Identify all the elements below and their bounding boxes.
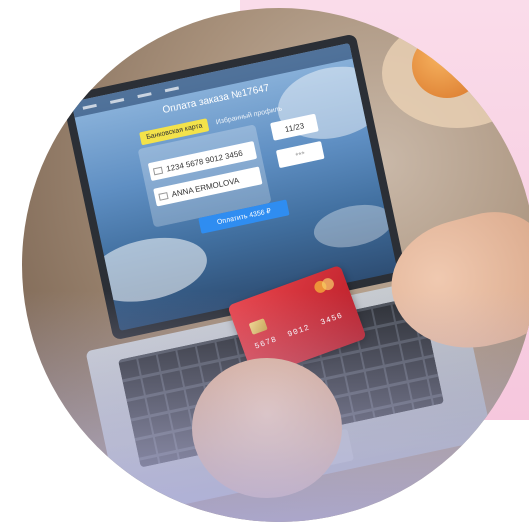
orange-fruit bbox=[412, 33, 482, 98]
card-number-print: 5678 9012 3456 bbox=[254, 309, 350, 351]
cloud bbox=[310, 198, 397, 254]
card-number-group: 9012 bbox=[286, 323, 312, 340]
cloud bbox=[82, 227, 213, 312]
card-number-group: 3456 bbox=[319, 311, 345, 328]
card-number-group: 5678 bbox=[253, 335, 279, 352]
card-icon bbox=[152, 166, 164, 175]
photo-circle: Оплата заказа №17647 Банковская карта Из… bbox=[22, 8, 529, 522]
nav-item[interactable] bbox=[109, 97, 125, 104]
nav-item[interactable] bbox=[164, 85, 179, 92]
left-hand bbox=[192, 358, 342, 498]
nav-item[interactable] bbox=[82, 103, 97, 110]
card-brand-logo bbox=[312, 276, 338, 295]
nav-item[interactable] bbox=[137, 91, 152, 98]
cvv-field[interactable]: *** bbox=[275, 140, 325, 169]
laptop-screen: Оплата заказа №17647 Банковская карта Из… bbox=[71, 42, 398, 331]
card-chip bbox=[248, 318, 268, 335]
user-icon bbox=[158, 191, 169, 201]
